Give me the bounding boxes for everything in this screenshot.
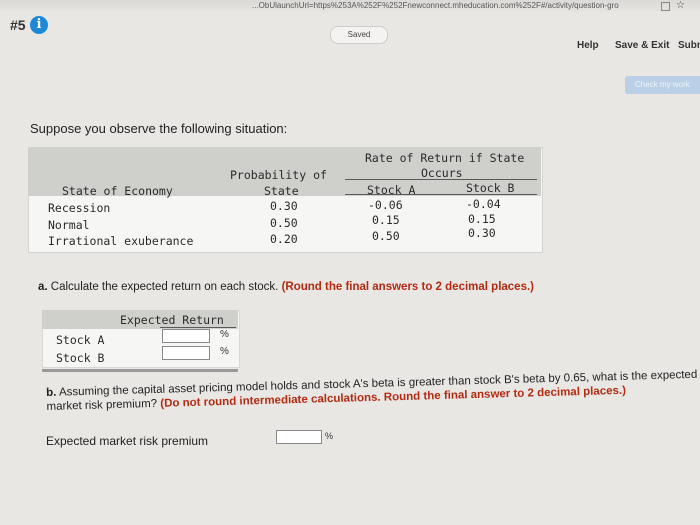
part-a-question: a. Calculate the expected return on each…	[38, 281, 534, 293]
market-risk-premium-input[interactable]	[276, 430, 322, 444]
table-cell-prob: 0.30	[270, 199, 298, 213]
header-probability: Probability of	[230, 168, 327, 182]
table-cell-prob: 0.50	[270, 216, 298, 230]
header-stock-b: Stock B	[466, 181, 515, 195]
percent-unit: %	[325, 431, 334, 441]
part-a-instruction: (Round the final answers to 2 decimal pl…	[281, 281, 534, 293]
table-cell-state: Recession	[48, 201, 111, 215]
submit-link[interactable]: Subm	[678, 40, 700, 51]
browser-address-bar[interactable]: ...ObUlaunchUrl=https%253A%252F%252Fnewc…	[0, 0, 700, 12]
help-link[interactable]: Help	[577, 40, 599, 51]
saved-status-badge: Saved	[330, 26, 388, 44]
header-rate: Rate of Return if State	[365, 151, 525, 165]
table-cell-prob: 0.20	[270, 232, 298, 246]
part-a-prefix: a.	[38, 281, 48, 293]
market-risk-premium-label: Expected market risk premium	[46, 434, 209, 448]
part-b-question: b. Assuming the capital asset pricing mo…	[46, 368, 700, 414]
part-a-text: Calculate the expected return on each st…	[47, 281, 282, 293]
header-state: State	[264, 184, 299, 198]
table-cell-state: Normal	[48, 218, 90, 232]
table-cell-a: 0.15	[372, 213, 400, 227]
stock-a-label: Stock A	[56, 333, 105, 347]
stock-b-label: Stock B	[56, 351, 105, 365]
expected-return-label: Expected Return	[120, 313, 224, 327]
table-cell-b: 0.15	[468, 212, 496, 226]
header-rule	[345, 179, 537, 180]
check-my-work-button[interactable]: Check my work	[625, 76, 700, 94]
problem-intro: Suppose you observe the following situat…	[30, 121, 288, 136]
header-occurs: Occurs	[421, 166, 463, 180]
save-exit-link[interactable]: Save & Exit	[615, 40, 669, 51]
table-cell-b: 0.30	[468, 226, 496, 240]
bookmark-star-icon[interactable]: ☆	[676, 0, 685, 11]
stock-a-return-input[interactable]	[162, 329, 210, 343]
percent-unit: %	[220, 329, 229, 340]
table-cell-a: 0.50	[372, 229, 400, 243]
tab-icon[interactable]	[661, 2, 670, 11]
info-icon[interactable]: i	[30, 16, 48, 34]
stock-b-return-input[interactable]	[162, 346, 210, 360]
header-bottom-rule	[345, 194, 537, 195]
url-text: ...ObUlaunchUrl=https%253A%252F%252Fnewc…	[252, 1, 619, 10]
question-number: #5	[10, 17, 26, 33]
part-b-prefix: b.	[46, 386, 57, 399]
percent-unit: %	[220, 346, 229, 357]
table-cell-a: -0.06	[368, 198, 403, 212]
expected-return-rule	[160, 327, 236, 328]
header-economy: State of Economy	[62, 184, 173, 198]
table-cell-state: Irrational exuberance	[48, 234, 194, 248]
scroll-divider	[42, 369, 238, 372]
table-cell-b: -0.04	[466, 197, 501, 211]
